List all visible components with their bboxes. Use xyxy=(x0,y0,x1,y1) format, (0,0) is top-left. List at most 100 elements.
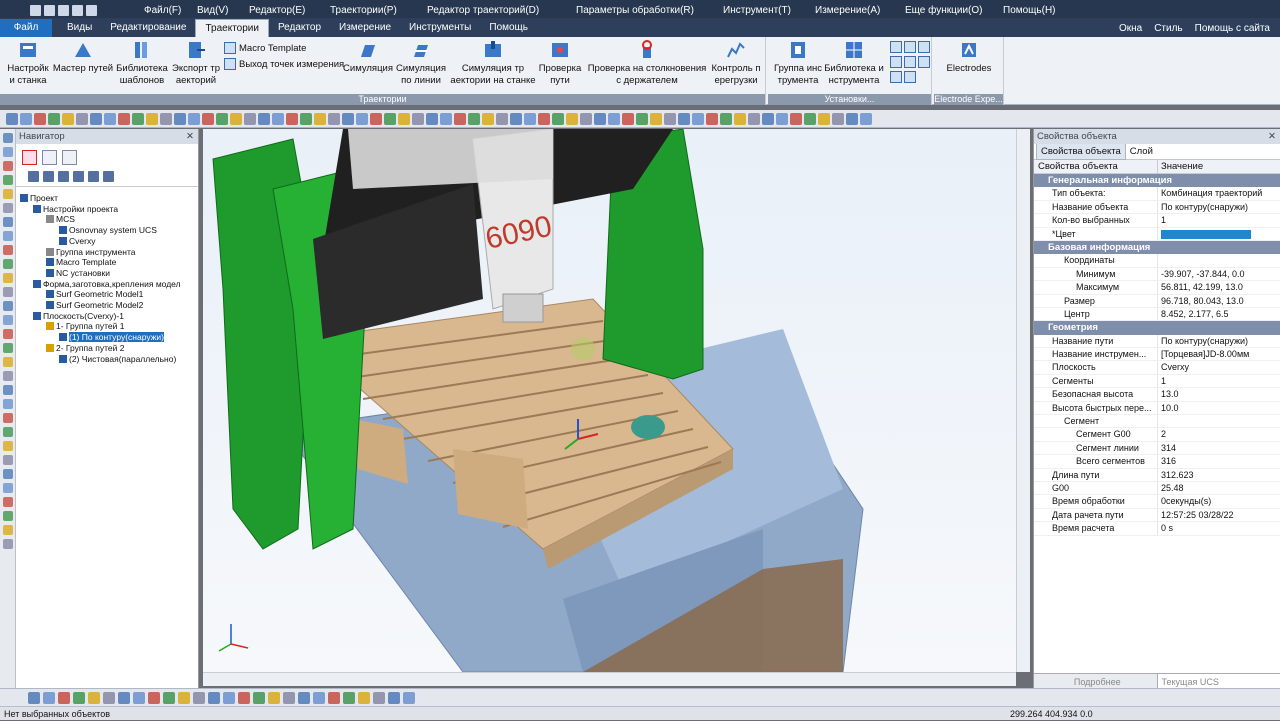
toolbar-button-icon[interactable] xyxy=(580,113,592,125)
property-row[interactable]: Тип объекта:Комбинация траекторий xyxy=(1034,187,1280,200)
tool-strip-icon[interactable] xyxy=(3,511,13,521)
tool-strip-icon[interactable] xyxy=(3,329,13,339)
path-wizard-button[interactable]: Мастер путей xyxy=(52,39,114,75)
redo-icon[interactable] xyxy=(86,5,97,16)
property-row[interactable]: Сегмент xyxy=(1034,415,1280,428)
property-row[interactable]: Максимум56.811, 42.199, 13.0 xyxy=(1034,281,1280,294)
holder-collision-button[interactable]: Проверка на столкновения с держателем xyxy=(586,39,708,87)
toolbar-button-icon[interactable] xyxy=(776,113,788,125)
nav-action-icon[interactable] xyxy=(88,171,99,182)
toolbar-button-icon[interactable] xyxy=(223,692,235,704)
tool-strip-icon[interactable] xyxy=(3,217,13,227)
property-row[interactable]: Безопасная высота13.0 xyxy=(1034,388,1280,401)
toolbar-button-icon[interactable] xyxy=(146,113,158,125)
toolbar-button-icon[interactable] xyxy=(342,113,354,125)
toolbar-button-icon[interactable] xyxy=(608,113,620,125)
toolbar-button-icon[interactable] xyxy=(328,113,340,125)
toolbar-button-icon[interactable] xyxy=(622,113,634,125)
save-icon[interactable] xyxy=(58,5,69,16)
property-row[interactable]: Высота быстрых пере...10.0 xyxy=(1034,402,1280,415)
toolbar-button-icon[interactable] xyxy=(202,113,214,125)
tree-item[interactable]: Настройки проекта xyxy=(16,204,198,215)
macro-template-button[interactable]: Macro Template xyxy=(224,42,306,54)
toolbar-button-icon[interactable] xyxy=(482,113,494,125)
tool-strip-icon[interactable] xyxy=(3,483,13,493)
toolbar-button-icon[interactable] xyxy=(298,692,310,704)
toolbar-button-icon[interactable] xyxy=(790,113,802,125)
nav-action-icon[interactable] xyxy=(28,171,39,182)
toolbar-button-icon[interactable] xyxy=(253,692,265,704)
tool-strip-icon[interactable] xyxy=(3,147,13,157)
tree-item[interactable]: 1- Группа путей 1 xyxy=(16,321,198,332)
toolbar-button-icon[interactable] xyxy=(343,692,355,704)
toolbar-button-icon[interactable] xyxy=(496,113,508,125)
open-icon[interactable] xyxy=(44,5,55,16)
tool-strip-icon[interactable] xyxy=(3,441,13,451)
close-icon[interactable]: ✕ xyxy=(1268,129,1276,144)
toolbar-button-icon[interactable] xyxy=(313,692,325,704)
tree-item[interactable]: Surf Geometric Model1 xyxy=(16,289,198,300)
property-row[interactable]: Дата рачета пути12:57:25 03/28/22 xyxy=(1034,509,1280,522)
property-row[interactable]: Время обработки0секунды(s) xyxy=(1034,495,1280,508)
menu-item[interactable]: Еще функции(O) xyxy=(905,5,982,16)
tool-strip-icon[interactable] xyxy=(3,525,13,535)
toolbar-button-icon[interactable] xyxy=(748,113,760,125)
property-row[interactable]: ПлоскостьCverxy xyxy=(1034,361,1280,374)
toolbar-button-icon[interactable] xyxy=(286,113,298,125)
property-row[interactable]: Минимум-39.907, -37.844, 0.0 xyxy=(1034,268,1280,281)
line-simulation-button[interactable]: Симуляция по линии xyxy=(394,39,448,87)
property-row[interactable]: Координаты xyxy=(1034,254,1280,267)
tab-object-properties[interactable]: Свойства объекта xyxy=(1036,143,1126,160)
tree-item[interactable]: Macro Template xyxy=(16,257,198,268)
property-row[interactable]: Размер96.718, 80.043, 13.0 xyxy=(1034,295,1280,308)
tool-strip-icon[interactable] xyxy=(3,497,13,507)
toolbar-button-icon[interactable] xyxy=(244,113,256,125)
template-library-button[interactable]: Библиотека шаблонов xyxy=(114,39,170,87)
tool-strip-icon[interactable] xyxy=(3,259,13,269)
ucs-selector[interactable]: Текущая UCS xyxy=(1158,674,1280,689)
tool-strip-icon[interactable] xyxy=(3,203,13,213)
overload-control-button[interactable]: Контроль п ерегрузки xyxy=(708,39,764,87)
property-row[interactable]: *Цвет xyxy=(1034,228,1280,241)
tools-view-icon[interactable] xyxy=(62,150,77,165)
electrodes-button[interactable]: Electrodes xyxy=(940,39,998,75)
tool-strip-icon[interactable] xyxy=(3,455,13,465)
toolbar-button-icon[interactable] xyxy=(426,113,438,125)
property-row[interactable]: Название инструмен...[Торцевая]JD-8.00мм xyxy=(1034,348,1280,361)
menu-item[interactable]: Измерение(A) xyxy=(815,5,880,16)
viewport-horizontal-scrollbar[interactable] xyxy=(203,672,1016,686)
toolbar-button-icon[interactable] xyxy=(860,113,872,125)
window-option[interactable]: Окна xyxy=(1119,23,1142,34)
toolbar-button-icon[interactable] xyxy=(538,113,550,125)
close-icon[interactable]: ✕ xyxy=(186,129,194,144)
toolbar-button-icon[interactable] xyxy=(118,692,130,704)
toolbar-button-icon[interactable] xyxy=(678,113,690,125)
toolbar-button-icon[interactable] xyxy=(34,113,46,125)
menu-item[interactable]: Инструмент(T) xyxy=(723,5,791,16)
tree-item[interactable]: (1) По контуру(снаружи) xyxy=(16,332,198,343)
toolbar-button-icon[interactable] xyxy=(258,113,270,125)
tool-strip-icon[interactable] xyxy=(3,427,13,437)
path-check-button[interactable]: Проверка пути xyxy=(536,39,584,87)
toolbar-button-icon[interactable] xyxy=(230,113,242,125)
menu-item[interactable]: Параметры обработки(R) xyxy=(576,5,694,16)
tool-group-button[interactable]: Группа инс трумента xyxy=(770,39,826,87)
toolbar-button-icon[interactable] xyxy=(193,692,205,704)
toolbar-button-icon[interactable] xyxy=(468,113,480,125)
nav-action-icon[interactable] xyxy=(58,171,69,182)
tool-strip-icon[interactable] xyxy=(3,413,13,423)
toolbar-button-icon[interactable] xyxy=(314,113,326,125)
window-option[interactable]: Помощь с сайта xyxy=(1195,23,1270,34)
toolbar-button-icon[interactable] xyxy=(6,113,18,125)
tab-5[interactable]: Инструменты xyxy=(400,19,480,37)
nav-action-icon[interactable] xyxy=(73,171,84,182)
toolbar-button-icon[interactable] xyxy=(238,692,250,704)
toolbar-button-icon[interactable] xyxy=(216,113,228,125)
toolbar-button-icon[interactable] xyxy=(88,692,100,704)
tree-item[interactable]: Surf Geometric Model2 xyxy=(16,300,198,311)
tab-layer[interactable]: Слой xyxy=(1126,144,1157,159)
toolbar-button-icon[interactable] xyxy=(706,113,718,125)
toolbar-button-icon[interactable] xyxy=(208,692,220,704)
toolbar-button-icon[interactable] xyxy=(268,692,280,704)
toolbar-button-icon[interactable] xyxy=(373,692,385,704)
